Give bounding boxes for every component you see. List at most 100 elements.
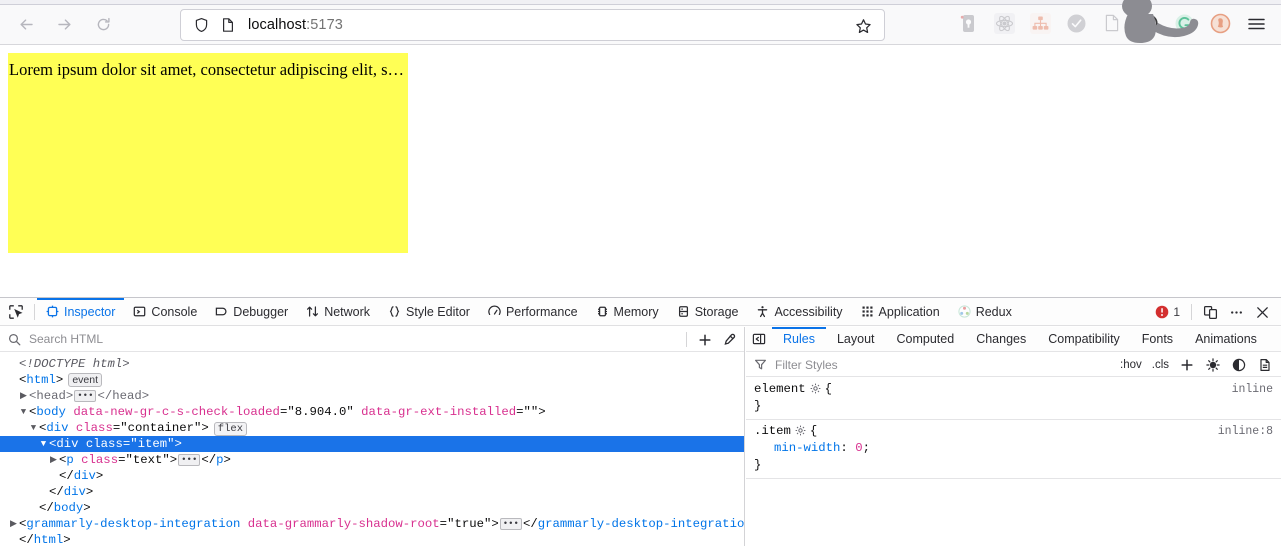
rule-origin-label[interactable]: inline: [1232, 381, 1273, 398]
styles-tab-compatibility[interactable]: Compatibility: [1037, 327, 1131, 351]
dom-tree[interactable]: ▶<!DOCTYPE html>▶<html>event▶<head>•••</…: [0, 353, 744, 546]
filter-styles-input[interactable]: [773, 356, 1033, 373]
tab-storage-label: Storage: [694, 304, 739, 319]
dom-row-close-html[interactable]: ▶</html>: [0, 532, 744, 546]
extension-icon-duckduckgo[interactable]: [1202, 9, 1238, 37]
light-color-scheme-icon[interactable]: [1201, 353, 1225, 377]
hov-button[interactable]: :hov: [1116, 359, 1146, 371]
styles-tab-layout[interactable]: Layout: [826, 327, 886, 351]
more-options-icon[interactable]: [1223, 299, 1249, 325]
tab-network[interactable]: Network: [297, 298, 379, 325]
error-badge[interactable]: 1: [1149, 305, 1186, 319]
dom-row-grammarly[interactable]: ▶ <grammarly-desktop-integration data-gra…: [0, 516, 744, 532]
rule-gear-icon[interactable]: [810, 383, 821, 394]
twisty-expanded-icon[interactable]: ▼: [38, 436, 49, 452]
styles-tab-changes[interactable]: Changes: [965, 327, 1037, 351]
url-bar[interactable]: localhost:5173: [180, 9, 885, 41]
css-declaration[interactable]: min-width: 0;: [754, 440, 1281, 457]
tab-redux[interactable]: Redux: [949, 298, 1021, 325]
twisty-collapsed-icon[interactable]: ▶: [18, 388, 29, 404]
dom-row-p-text[interactable]: ▶ <p class="text"> ••• </p>: [0, 452, 744, 468]
dom-row-close-div-container[interactable]: ▶</div>: [0, 484, 744, 500]
rule-selector[interactable]: .item{: [754, 423, 1281, 440]
filter-icon: [754, 358, 767, 371]
forward-button[interactable]: [47, 10, 81, 40]
error-count: 1: [1173, 305, 1180, 319]
dom-row-head[interactable]: ▶ <head> ••• </head>: [0, 388, 744, 404]
element-picker-icon[interactable]: [0, 298, 32, 325]
tab-debugger[interactable]: Debugger: [206, 298, 297, 325]
tab-console[interactable]: Console: [124, 298, 206, 325]
eyedropper-icon[interactable]: [717, 328, 741, 352]
extension-icon-document[interactable]: [1094, 9, 1130, 37]
rule-origin-label[interactable]: inline:8: [1218, 423, 1273, 440]
dom-row-close-div-item[interactable]: ▶</div>: [0, 468, 744, 484]
twisty-expanded-icon[interactable]: ▼: [28, 420, 39, 436]
rule-selector[interactable]: element{: [754, 381, 1281, 398]
tab-performance[interactable]: Performance: [479, 298, 587, 325]
back-button[interactable]: [9, 10, 43, 40]
extension-icon-react-devtools[interactable]: [986, 9, 1022, 37]
extension-icon-sitemap[interactable]: [1022, 9, 1058, 37]
toggle-sidebar-icon[interactable]: [746, 327, 772, 351]
rule-selector-text: .item: [754, 424, 791, 438]
responsive-design-mode-icon[interactable]: [1197, 299, 1223, 325]
rule-block-item[interactable]: inline:8 .item{min-width: 0;}: [746, 420, 1281, 479]
css-property-value[interactable]: 0: [855, 441, 862, 455]
dark-color-scheme-icon[interactable]: [1227, 353, 1251, 377]
tab-storage[interactable]: Storage: [668, 298, 748, 325]
styles-tab-computed[interactable]: Computed: [886, 327, 966, 351]
tab-application-label: Application: [878, 304, 940, 319]
close-devtools-icon[interactable]: [1249, 299, 1275, 325]
twisty-collapsed-icon[interactable]: ▶: [48, 452, 59, 468]
dom-row-doctype[interactable]: ▶<!DOCTYPE html>: [0, 356, 744, 372]
page-viewport: Lorem ipsum dolor sit amet, consectetur …: [0, 45, 1281, 297]
css-property-name[interactable]: min-width: [774, 441, 840, 455]
bookmark-star-icon[interactable]: [850, 13, 876, 39]
tab-inspector[interactable]: Inspector: [37, 298, 125, 325]
tab-memory[interactable]: Memory: [587, 298, 668, 325]
shield-icon[interactable]: [194, 17, 209, 33]
add-rule-icon[interactable]: [1175, 353, 1199, 377]
dom-row-div-container[interactable]: ▼ <div class="container"> flex: [0, 420, 744, 436]
dom-search-actions: [686, 327, 741, 352]
cls-button[interactable]: .cls: [1148, 359, 1173, 371]
dom-row-markup: </div>: [49, 485, 94, 499]
tab-application[interactable]: Application: [852, 298, 949, 325]
dom-search-row: [0, 327, 744, 352]
extension-icon-gray-circle[interactable]: [1058, 9, 1094, 37]
dom-row-div-item[interactable]: ▼ <div class="item">: [0, 436, 744, 452]
extension-icon-grammarly[interactable]: [1166, 9, 1202, 37]
reload-button[interactable]: [86, 10, 120, 40]
search-input[interactable]: [27, 331, 527, 347]
filter-styles-actions: :hov .cls: [1116, 353, 1277, 377]
styles-tab-compatibility-label: Compatibility: [1048, 332, 1120, 346]
dom-row-markup: <body data-new-gr-c-s-check-loaded="8.90…: [29, 405, 546, 419]
dom-row-html[interactable]: ▶<html>event: [0, 372, 744, 388]
rule-selector-text: element: [754, 382, 806, 396]
extension-icon-password-manager[interactable]: [950, 9, 986, 37]
print-media-icon[interactable]: [1253, 353, 1277, 377]
dom-row-body[interactable]: ▼ <body data-new-gr-c-s-check-loaded="8.9…: [0, 404, 744, 420]
styles-tab-rules[interactable]: Rules: [772, 327, 826, 351]
twisty-expanded-icon[interactable]: ▼: [18, 404, 29, 420]
hamburger-menu-icon[interactable]: [1241, 10, 1271, 38]
styles-sidebar: Rules Layout Computed Changes Compatibil…: [746, 327, 1281, 546]
extension-icon-block[interactable]: [1130, 9, 1166, 37]
rule-gear-icon[interactable]: [795, 425, 806, 436]
dom-row-close-body[interactable]: ▶</body>: [0, 500, 744, 516]
styles-tab-layout-label: Layout: [836, 332, 875, 346]
search-icon: [8, 333, 21, 346]
styles-tab-animations[interactable]: Animations: [1184, 327, 1268, 351]
rule-block-element[interactable]: inline element{}: [746, 378, 1281, 420]
debugger-icon: [215, 305, 228, 318]
rule-close-brace: }: [754, 399, 762, 413]
tab-console-label: Console: [151, 304, 198, 319]
tab-style-editor[interactable]: Style Editor: [379, 298, 479, 325]
search-divider: [686, 332, 687, 347]
tab-accessibility[interactable]: Accessibility: [747, 298, 851, 325]
css-rules-list[interactable]: inline element{} inline:8 .item{min-width: …: [746, 378, 1281, 546]
twisty-collapsed-icon[interactable]: ▶: [8, 516, 19, 532]
styles-tab-fonts[interactable]: Fonts: [1131, 327, 1184, 351]
add-node-icon[interactable]: [693, 328, 717, 352]
